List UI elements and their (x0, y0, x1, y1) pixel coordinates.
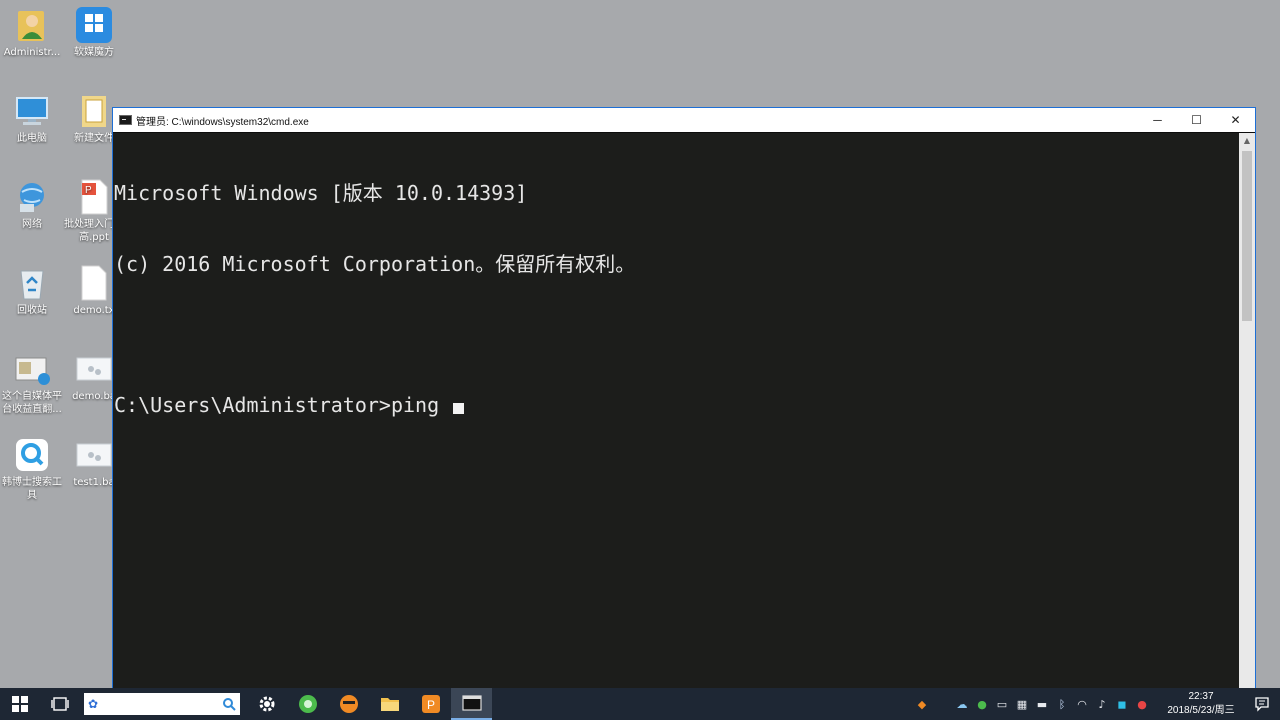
window-titlebar[interactable]: 管理员: C:\windows\system32\cmd.exe ─ ☐ ✕ (113, 108, 1255, 132)
taskbar: ✿ P ◆ ☁ ● ▭ ▦ ▬ ᛒ ◠ ♪ ◼ ● 22:37 2018/5/2… (0, 688, 1280, 720)
text-file-icon (75, 264, 113, 302)
gear-icon (259, 696, 274, 712)
tray-app-orange-icon[interactable]: ◆ (912, 688, 932, 720)
svg-text:P: P (427, 698, 435, 712)
user-folder-icon (13, 6, 51, 44)
desktop-icon-label: 回收站 (17, 305, 47, 316)
vertical-scrollbar[interactable]: ▲ (1239, 133, 1255, 688)
window-title: 管理员: C:\windows\system32\cmd.exe (136, 116, 309, 128)
battery-icon[interactable]: ▬ (1032, 688, 1052, 720)
taskbar-clock[interactable]: 22:37 2018/5/23/周三 (1158, 690, 1244, 718)
windows-logo-icon (12, 696, 28, 712)
scrollbar-thumb[interactable] (1242, 151, 1252, 321)
console-output[interactable]: Microsoft Windows [版本 10.0.14393] (c) 20… (113, 133, 1239, 688)
desktop-icon-label: 此电脑 (17, 133, 47, 144)
text-cursor (453, 402, 465, 414)
wifi-icon[interactable]: ◠ (1072, 688, 1092, 720)
image-file-icon (13, 350, 51, 388)
desktop-icon-label: 这个自媒体平台收益直翻... (2, 391, 62, 415)
desktop-icon-label: Administr... (3, 47, 61, 58)
bat-file-icon (75, 350, 113, 388)
volume-icon[interactable]: ♪ (1092, 688, 1112, 720)
action-center-button[interactable] (1244, 688, 1280, 720)
desktop-icon-recycle-bin[interactable]: 回收站 (1, 264, 63, 317)
search-app-icon (13, 436, 51, 474)
start-button[interactable] (0, 688, 40, 720)
close-button[interactable]: ✕ (1216, 108, 1255, 132)
tray-grid-icon[interactable]: ▦ (1012, 688, 1032, 720)
folder-icon (380, 698, 399, 711)
terminal-icon (119, 115, 132, 125)
desktop-icon-network[interactable]: 网络 (1, 178, 63, 231)
console-line: (c) 2016 Microsoft Corporation。保留所有权利。 (114, 251, 636, 276)
scroll-up-arrow-icon[interactable]: ▲ (1239, 133, 1255, 147)
tray-chat-icon[interactable]: ◼ (1112, 688, 1132, 720)
taskbar-browser[interactable] (287, 688, 328, 720)
minimize-button[interactable]: ─ (1138, 108, 1177, 132)
network-icon (13, 178, 51, 216)
desktop-icon-administrator[interactable]: Administr... (1, 6, 63, 59)
task-view-button[interactable] (40, 688, 80, 720)
taskbar-explorer[interactable] (369, 688, 410, 720)
tray-cloud-icon[interactable]: ☁ (952, 688, 972, 720)
pinned-apps: P (246, 688, 492, 720)
taskbar-search-box[interactable]: ✿ (84, 693, 240, 715)
tray-wechat-icon[interactable]: ● (972, 688, 992, 720)
terminal-icon (461, 695, 482, 711)
tray-display-icon[interactable]: ▭ (992, 688, 1012, 720)
folder-icon (75, 92, 113, 130)
desktop-icon-label: 韩博士搜索工具 (2, 477, 62, 501)
console-prompt: C:\Users\Administrator>ping (114, 392, 452, 417)
maximize-button[interactable]: ☐ (1177, 108, 1216, 132)
desktop-icon-search-tool[interactable]: 韩博士搜索工具 (1, 436, 63, 502)
clock-date: 2018/5/23/周三 (1167, 705, 1235, 716)
search-icon[interactable] (222, 697, 236, 711)
paw-icon: ✿ (88, 697, 99, 711)
ppt-file-icon: P (75, 178, 113, 216)
desktop-icon-ruanmei[interactable]: 软媒魔方 (63, 6, 125, 59)
bluetooth-icon[interactable]: ᛒ (1052, 688, 1072, 720)
desktop-icon-label: 网络 (22, 219, 42, 230)
console-prompt-line[interactable]: C:\Users\Administrator>ping (114, 392, 1238, 418)
desktop-icon-this-pc[interactable]: 此电脑 (1, 92, 63, 145)
desktop-icon-media-image[interactable]: 这个自媒体平台收益直翻... (1, 350, 63, 416)
orange-face-icon (339, 695, 358, 713)
recycle-bin-icon (13, 264, 51, 302)
desktop-icon-label: 软媒魔方 (74, 47, 114, 58)
computer-icon (13, 92, 51, 130)
taskbar-cmd[interactable] (451, 688, 492, 720)
task-view-icon (51, 697, 69, 711)
bat-file-icon (75, 436, 113, 474)
ppt-app-icon: P (421, 695, 440, 713)
tray-antivirus-icon[interactable]: ● (1132, 688, 1152, 720)
taskbar-presentation[interactable]: P (410, 688, 451, 720)
cmd-window[interactable]: 管理员: C:\windows\system32\cmd.exe ─ ☐ ✕ M… (112, 107, 1256, 689)
green-browser-icon (298, 695, 317, 713)
svg-text:P: P (85, 185, 92, 196)
taskbar-settings[interactable] (246, 688, 287, 720)
app-tile-icon (75, 6, 113, 44)
system-tray: ◆ ☁ ● ▭ ▦ ▬ ᛒ ◠ ♪ ◼ ● 22:37 2018/5/23/周三 (912, 688, 1280, 720)
taskbar-game[interactable] (328, 688, 369, 720)
console-line: Microsoft Windows [版本 10.0.14393] (114, 181, 528, 205)
notification-icon (1255, 697, 1269, 712)
clock-time: 22:37 (1188, 691, 1214, 702)
tray-spacer (932, 688, 952, 720)
